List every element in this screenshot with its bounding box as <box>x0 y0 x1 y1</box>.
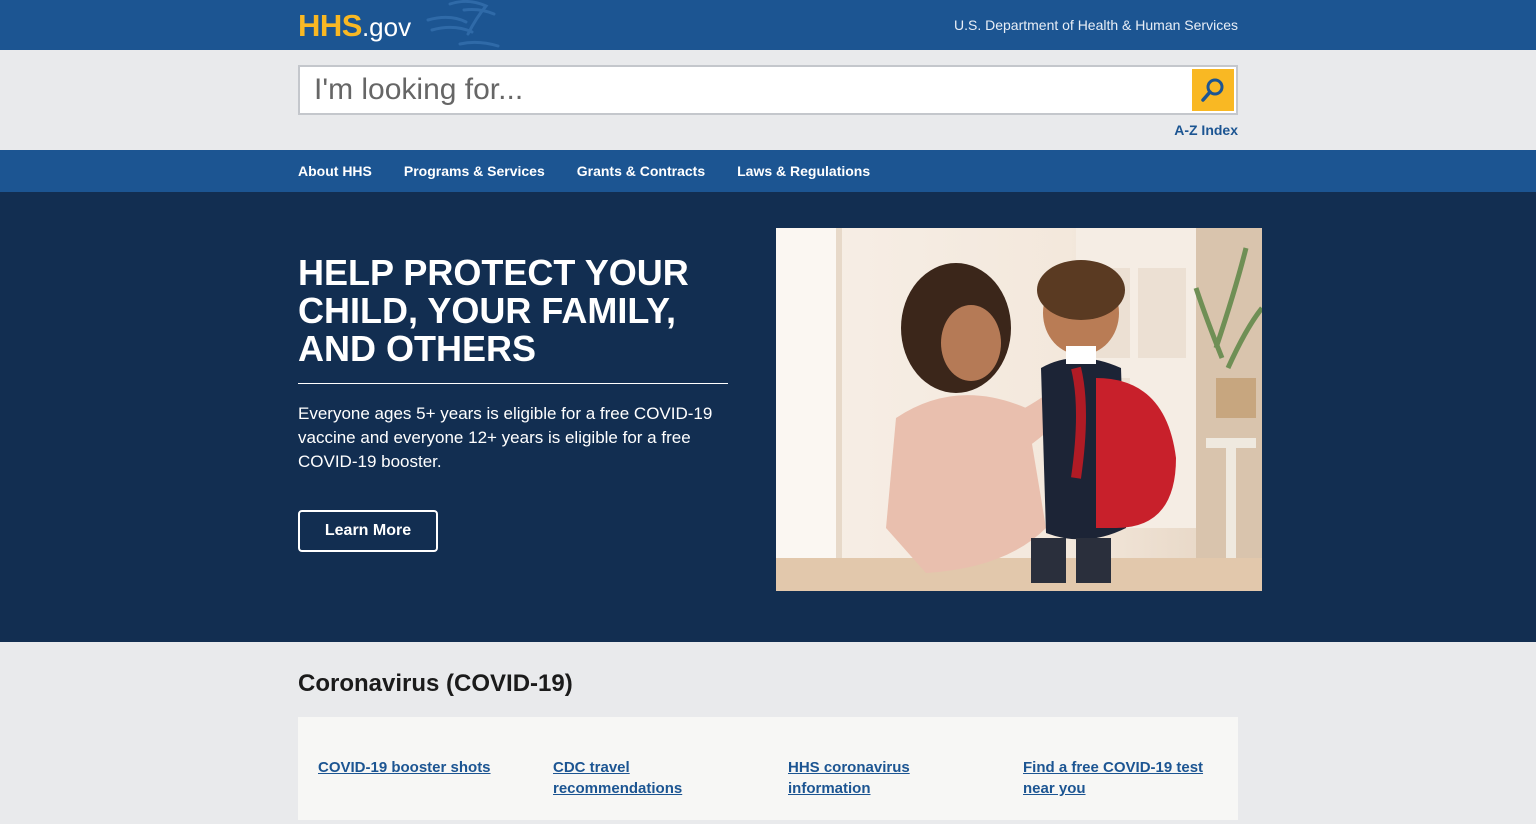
main-nav: About HHS Programs & Services Grants & C… <box>0 150 1536 192</box>
search-input[interactable] <box>314 71 1174 109</box>
search-button[interactable] <box>1192 69 1234 111</box>
search-band: A-Z Index <box>0 50 1536 150</box>
nav-item-grants-contracts[interactable]: Grants & Contracts <box>577 150 705 192</box>
covid-link-cdc-travel[interactable]: CDC travel recommendations <box>553 757 753 799</box>
logo-gov-text: .gov <box>361 12 412 42</box>
nav-item-about-hhs[interactable]: About HHS <box>298 150 372 192</box>
learn-more-button[interactable]: Learn More <box>298 510 438 552</box>
nav-item-programs-services[interactable]: Programs & Services <box>404 150 545 192</box>
a-z-index-link[interactable]: A-Z Index <box>1174 122 1238 138</box>
nav-items: About HHS Programs & Services Grants & C… <box>298 150 902 192</box>
hero-photo <box>776 228 1262 591</box>
hero-divider <box>298 383 728 384</box>
department-name: U.S. Department of Health & Human Servic… <box>953 17 1238 33</box>
covid-links-panel: COVID-19 booster shots CDC travel recomm… <box>298 717 1238 820</box>
search-box <box>298 65 1238 115</box>
hhs-logo-link[interactable]: HHS .gov <box>298 8 411 44</box>
hero-description: Everyone ages 5+ years is eligible for a… <box>298 404 713 471</box>
covid-link-booster-shots[interactable]: COVID-19 booster shots <box>318 757 518 778</box>
hero-title: HELP PROTECT YOUR CHILD, YOUR FAMILY, AN… <box>298 252 689 369</box>
logo-hhs-text: HHS <box>298 8 362 43</box>
nav-item-laws-regulations[interactable]: Laws & Regulations <box>737 150 870 192</box>
mother-child-illustration <box>776 228 1262 591</box>
search-icon <box>1201 78 1224 102</box>
eagle-seal-icon <box>426 0 500 48</box>
hero-banner: HELP PROTECT YOUR CHILD, YOUR FAMILY, AN… <box>0 192 1536 642</box>
covid-link-free-test[interactable]: Find a free COVID-19 test near you <box>1023 757 1223 799</box>
site-header: HHS .gov U.S. Department of Health & Hum… <box>0 0 1536 50</box>
covid-section: Coronavirus (COVID-19) COVID-19 booster … <box>0 642 1536 824</box>
covid-link-hhs-coronavirus-info[interactable]: HHS coronavirus information <box>788 757 988 799</box>
covid-section-title: Coronavirus (COVID-19) <box>298 670 573 697</box>
